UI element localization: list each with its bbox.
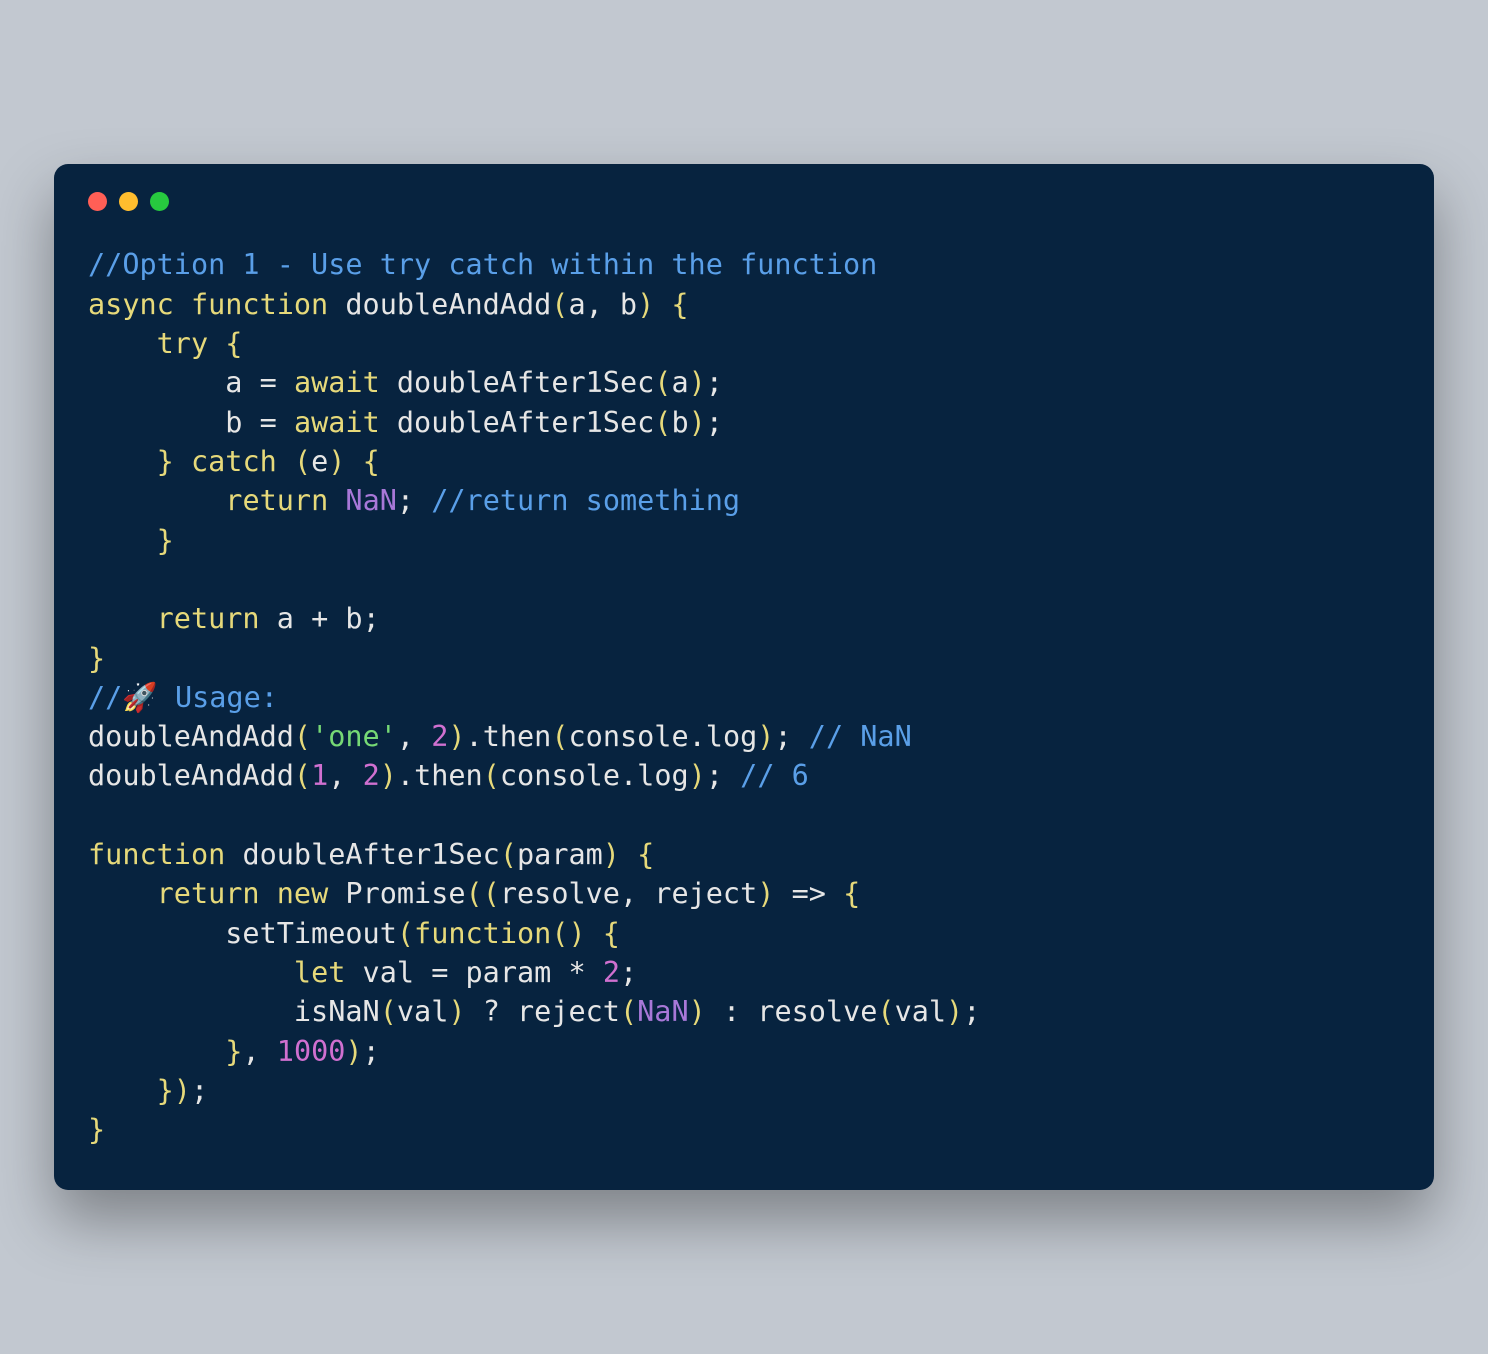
window-controls	[88, 192, 1400, 211]
code-content: //Option 1 - Use try catch within the fu…	[88, 245, 1400, 1150]
maximize-icon[interactable]	[150, 192, 169, 211]
code-window: //Option 1 - Use try catch within the fu…	[54, 164, 1434, 1190]
minimize-icon[interactable]	[119, 192, 138, 211]
close-icon[interactable]	[88, 192, 107, 211]
